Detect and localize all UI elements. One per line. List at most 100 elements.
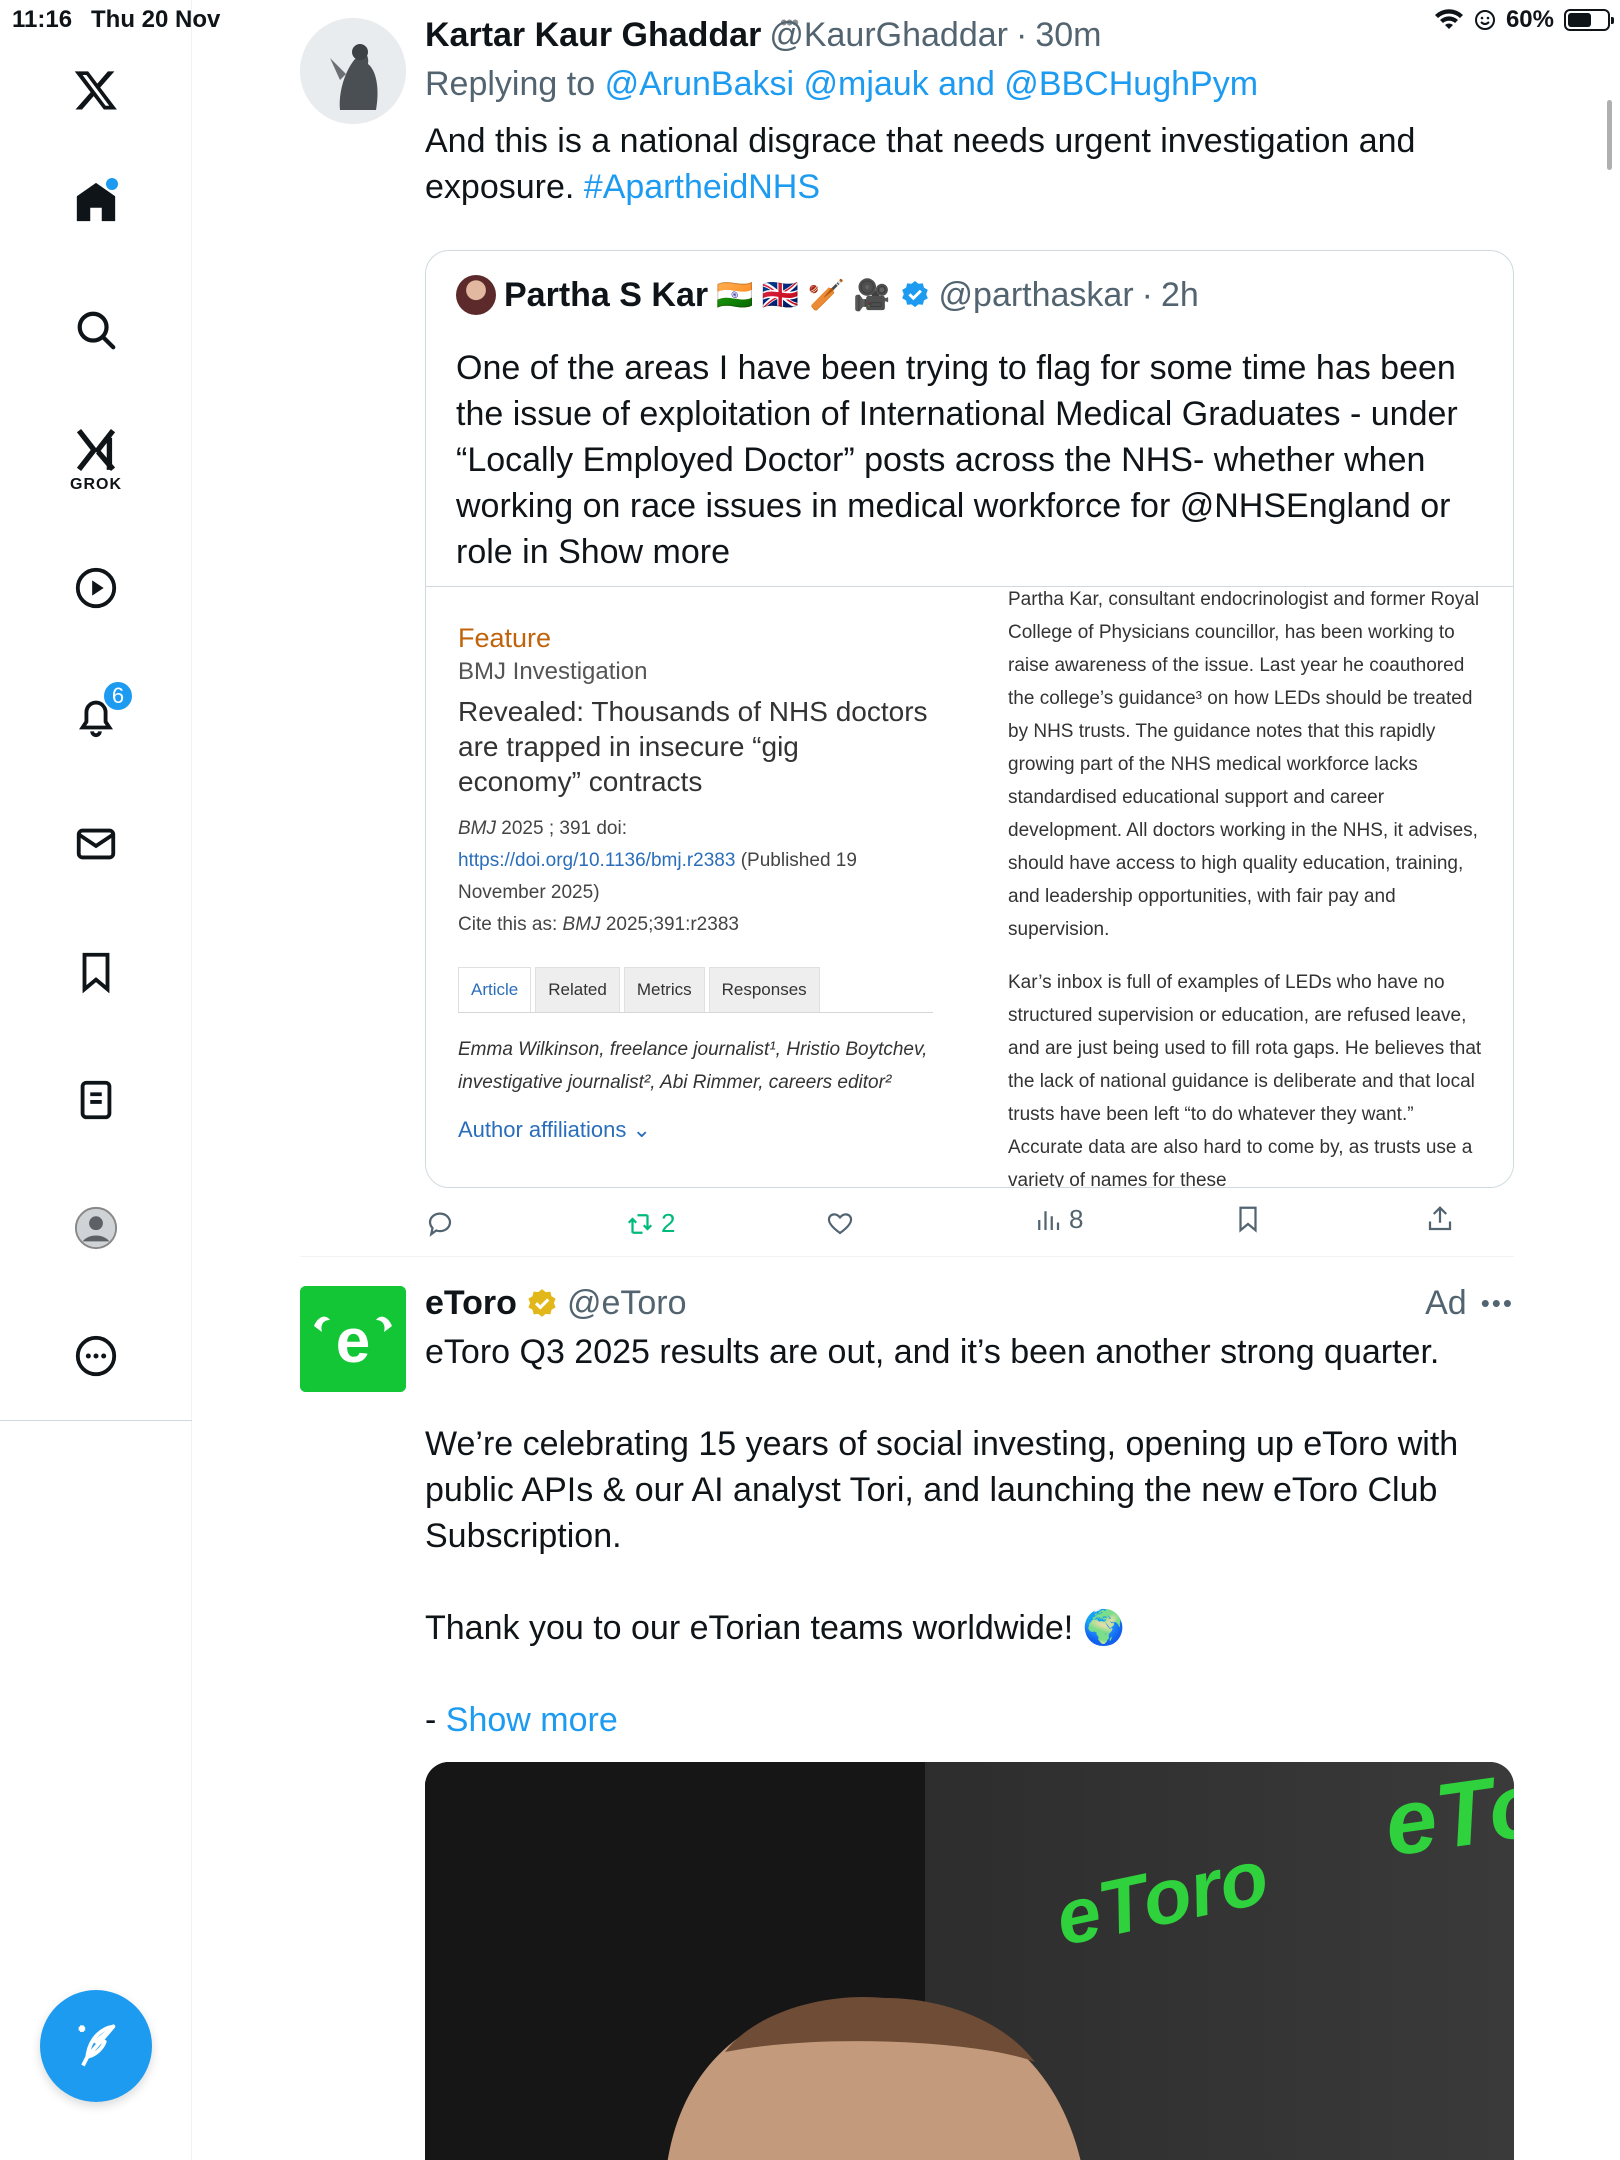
quote-tweet-card[interactable]: Partha S Kar 🇮🇳 🇬🇧 🏏 🎥 @parthaskar · 2h … bbox=[425, 250, 1514, 1188]
reply-button[interactable] bbox=[425, 1208, 461, 1238]
bmj-tab-article: Article bbox=[458, 967, 532, 1012]
quote-show-more[interactable]: Show more bbox=[558, 533, 730, 571]
bmj-doi-link: https://doi.org/10.1136/bmj.r2383 bbox=[458, 850, 736, 871]
bookmark-icon bbox=[1239, 1206, 1257, 1233]
search-icon[interactable] bbox=[70, 304, 122, 356]
sidebar: GROK 6 bbox=[0, 0, 192, 2160]
bmj-body-paragraph: Partha Kar, consultant endocrinologist a… bbox=[1008, 589, 1480, 940]
hashtag-link[interactable]: #ApartheidNHS bbox=[584, 168, 820, 206]
tweet-body-text: And this is a national disgrace that nee… bbox=[425, 122, 1416, 206]
bmj-authors: Emma Wilkinson, freelance journalist¹, H… bbox=[458, 1039, 928, 1093]
compose-button[interactable] bbox=[40, 1990, 152, 2102]
tweet-header: Kartar Kaur Ghaddar @KaurGhaddar · 30m bbox=[425, 16, 1514, 55]
bookmark-button[interactable] bbox=[1233, 1204, 1263, 1234]
home-icon[interactable] bbox=[70, 176, 122, 228]
timestamp[interactable]: 30m bbox=[1035, 16, 1101, 55]
bmj-tab-metrics: Metrics bbox=[623, 967, 705, 1012]
bookmarks-icon[interactable] bbox=[70, 946, 122, 998]
bmj-feature-label: Feature bbox=[458, 623, 552, 653]
bmj-article-header: Feature BMJ Investigation Revealed: Thou… bbox=[458, 623, 933, 1143]
x-logo-icon[interactable] bbox=[70, 64, 122, 116]
profile-icon[interactable] bbox=[70, 1202, 122, 1254]
verified-badge-icon bbox=[901, 281, 928, 308]
ad-label: Ad bbox=[1425, 1284, 1467, 1322]
views-button[interactable]: 8 bbox=[1033, 1204, 1083, 1235]
ad-text: eToro Q3 2025 results are out, and it’s … bbox=[425, 1329, 1514, 1743]
reply-icon bbox=[428, 1212, 452, 1237]
grok-label: GROK bbox=[70, 476, 122, 493]
quote-handle[interactable]: @parthaskar bbox=[939, 276, 1134, 315]
video-icon[interactable] bbox=[70, 562, 122, 614]
separator: · bbox=[1015, 16, 1028, 54]
messages-icon[interactable] bbox=[70, 818, 122, 870]
show-more-prefix: - bbox=[425, 1701, 446, 1739]
quote-name-emojis: 🇮🇳 🇬🇧 🏏 🎥 bbox=[716, 278, 891, 312]
bmj-tab-responses: Responses bbox=[708, 967, 820, 1012]
views-icon bbox=[1038, 1210, 1060, 1230]
tweet-divider bbox=[300, 1256, 1514, 1257]
bmj-cite-volume: 2025 ; 391 doi: bbox=[496, 818, 627, 839]
bmj-author-affiliations: Author affiliations ⌄ bbox=[458, 1117, 651, 1142]
quote-timestamp[interactable]: 2h bbox=[1161, 276, 1199, 315]
reply-context: Replying to @ArunBaksi @mjauk and @BBCHu… bbox=[425, 65, 1514, 104]
bmj-headline: Revealed: Thousands of NHS doctors are t… bbox=[458, 696, 928, 797]
show-more-link[interactable]: Show more bbox=[446, 1701, 618, 1739]
bmj-cite-as-prefix: Cite this as: bbox=[458, 914, 563, 935]
tweet-text: And this is a national disgrace that nee… bbox=[425, 118, 1514, 210]
bmj-tabs: Article Related Metrics Responses bbox=[458, 967, 933, 1013]
share-icon bbox=[1428, 1206, 1452, 1231]
notifications-icon[interactable]: 6 bbox=[70, 680, 134, 742]
grok-icon[interactable] bbox=[70, 424, 122, 476]
ad-video[interactable]: eToro eTo bbox=[425, 1762, 1514, 2160]
compose-icon bbox=[78, 2024, 116, 2067]
display-name[interactable]: eToro bbox=[425, 1284, 517, 1323]
lists-icon[interactable] bbox=[70, 1074, 122, 1126]
bmj-tab-related: Related bbox=[535, 967, 620, 1012]
tweet-content: Kartar Kaur Ghaddar @KaurGhaddar · 30m R… bbox=[425, 16, 1514, 210]
ad-text-line: Thank you to our eTorian teams worldwide… bbox=[425, 1609, 1125, 1647]
reply-targets[interactable]: @ArunBaksi @mjauk and @BBCHughPym bbox=[605, 65, 1258, 103]
quote-header: Partha S Kar 🇮🇳 🇬🇧 🏏 🎥 @parthaskar · 2h bbox=[456, 275, 1199, 315]
video-brand-text: eTo bbox=[1378, 1762, 1514, 1876]
handle[interactable]: @eToro bbox=[567, 1284, 687, 1323]
quote-article-image[interactable]: Feature BMJ Investigation Revealed: Thou… bbox=[426, 586, 1513, 1188]
heart-icon bbox=[827, 1213, 853, 1235]
bmj-section-label: BMJ Investigation bbox=[458, 658, 648, 685]
quote-separator: · bbox=[1141, 275, 1153, 314]
handle[interactable]: @KaurGhaddar bbox=[769, 16, 1008, 55]
bmj-cite-journal: BMJ bbox=[458, 818, 496, 839]
scroll-indicator[interactable] bbox=[1607, 100, 1612, 170]
ad-header: eToro @eToro bbox=[425, 1284, 1514, 1323]
sidebar-divider bbox=[0, 1420, 192, 1421]
svg-text:e: e bbox=[336, 1307, 370, 1376]
more-options-icon[interactable]: ••• bbox=[1481, 1288, 1514, 1319]
quote-display-name[interactable]: Partha S Kar bbox=[504, 276, 708, 315]
ad-text-line: eToro Q3 2025 results are out, and it’s … bbox=[425, 1333, 1440, 1371]
bmj-cite-as-journal: BMJ bbox=[562, 914, 601, 935]
bmj-body-paragraph: Kar’s inbox is full of examples of LEDs … bbox=[1008, 972, 1482, 1188]
ad-text-line: We’re celebrating 15 years of social inv… bbox=[425, 1425, 1459, 1555]
ad-content: eToro @eToro Ad ••• eToro Q3 2025 result… bbox=[425, 1284, 1514, 1743]
bmj-cite-as-rest: 2025;391:r2383 bbox=[600, 914, 739, 935]
home-unread-dot bbox=[106, 178, 118, 190]
more-icon[interactable] bbox=[70, 1330, 122, 1382]
gold-verified-badge-icon bbox=[528, 1288, 556, 1317]
retweet-icon bbox=[627, 1213, 653, 1234]
tweet[interactable]: Kartar Kaur Ghaddar @KaurGhaddar · 30m R… bbox=[300, 16, 1514, 1248]
views-count: 8 bbox=[1069, 1204, 1084, 1234]
display-name[interactable]: Kartar Kaur Ghaddar bbox=[425, 16, 761, 55]
like-button[interactable] bbox=[825, 1208, 861, 1238]
ad-tweet[interactable]: e eToro @eToro Ad ••• eToro Q3 2025 resu… bbox=[300, 1284, 1514, 2160]
notifications-badge: 6 bbox=[102, 680, 134, 712]
avatar[interactable] bbox=[300, 18, 406, 124]
reply-prefix: Replying to bbox=[425, 65, 596, 103]
ad-show-more-row: - Show more bbox=[425, 1697, 1514, 1743]
feed: Kartar Kaur Ghaddar @KaurGhaddar · 30m R… bbox=[192, 0, 1620, 2160]
retweet-button[interactable]: 2 bbox=[625, 1208, 675, 1239]
bmj-citation: BMJ 2025 ; 391 doi: https://doi.org/10.1… bbox=[458, 813, 928, 941]
quote-text: One of the areas I have been trying to f… bbox=[456, 345, 1486, 575]
share-button[interactable] bbox=[1425, 1204, 1455, 1234]
etoro-logo-avatar[interactable]: e bbox=[300, 1286, 406, 1392]
quote-avatar[interactable] bbox=[456, 275, 496, 315]
ad-label-group: Ad ••• bbox=[1425, 1284, 1514, 1323]
